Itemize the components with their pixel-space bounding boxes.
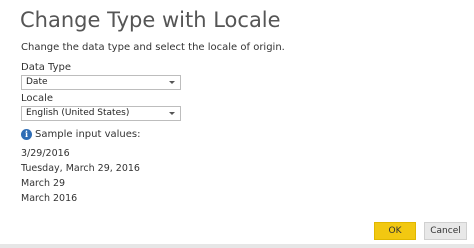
sample-value: 3/29/2016 — [21, 148, 70, 159]
locale-label: Locale — [21, 93, 54, 104]
sample-heading: Sample input values: — [35, 129, 141, 140]
sample-value: March 2016 — [21, 193, 78, 204]
info-icon: i — [21, 129, 32, 140]
footer-bar — [0, 244, 474, 248]
sample-value: March 29 — [21, 178, 66, 189]
ok-button[interactable]: OK — [374, 222, 416, 240]
change-type-dialog: Change Type with Locale Change the data … — [0, 0, 474, 248]
data-type-select[interactable]: Date — [21, 75, 181, 90]
cancel-button[interactable]: Cancel — [424, 222, 467, 240]
chevron-down-icon — [169, 112, 175, 115]
chevron-down-icon — [169, 81, 175, 84]
locale-select[interactable]: English (United States) — [21, 106, 181, 121]
dialog-title: Change Type with Locale — [20, 8, 281, 32]
locale-value: English (United States) — [26, 108, 130, 118]
dialog-subtitle: Change the data type and select the loca… — [21, 42, 285, 53]
data-type-label: Data Type — [21, 62, 72, 73]
data-type-value: Date — [26, 77, 48, 87]
sample-value: Tuesday, March 29, 2016 — [21, 163, 140, 174]
